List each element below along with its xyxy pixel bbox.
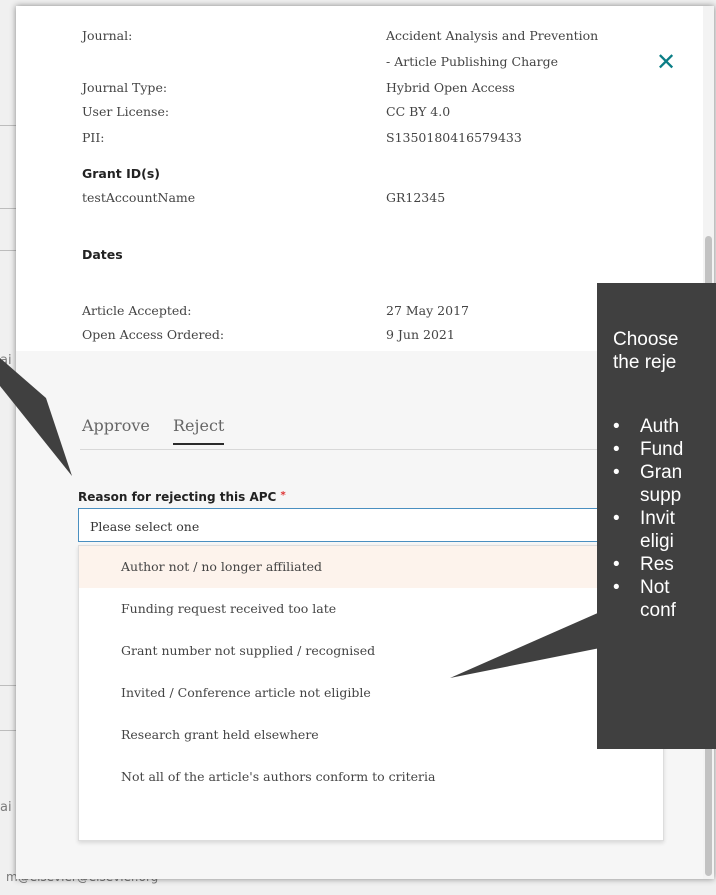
callout-item-line: Fund [640,439,684,460]
callout-list: • Auth • Fund • Gran supp • Invit eligi • Res •… [597,415,716,622]
callout-intro-line: the reje [613,352,677,373]
bullet: • [613,416,620,437]
instruction-callout: Choose the reje • Auth • Fund • Gran supp • I… [597,283,716,749]
callout-item: • Invit eligi [613,507,716,553]
bullet: • [613,577,620,598]
callout-item-line: Res [640,554,674,575]
callout-intro-line: Choose [613,329,679,350]
bullet: • [613,439,620,460]
callout-intro: Choose the reje [613,328,716,374]
callout-item: • Gran supp [613,461,716,507]
bullet: • [613,554,620,575]
callout-item-line: Gran [640,462,683,483]
callout-arrow-left [0,358,72,476]
bullet: • [613,462,620,483]
callout-item-line: supp [640,485,682,506]
callout-item-line: Not [640,577,670,598]
callout-item-line: Invit [640,508,675,529]
callout-item: • Auth [613,415,716,438]
callout-item: • Res [613,553,716,576]
callout-arrow-right [450,612,600,678]
callout-item: • Fund [613,438,716,461]
callout-item-line: Auth [640,416,680,437]
bullet: • [613,508,620,529]
callout-item: • Not conf [613,576,716,622]
callout-item-line: eligi [640,531,674,552]
callout-item-line: conf [640,600,676,621]
